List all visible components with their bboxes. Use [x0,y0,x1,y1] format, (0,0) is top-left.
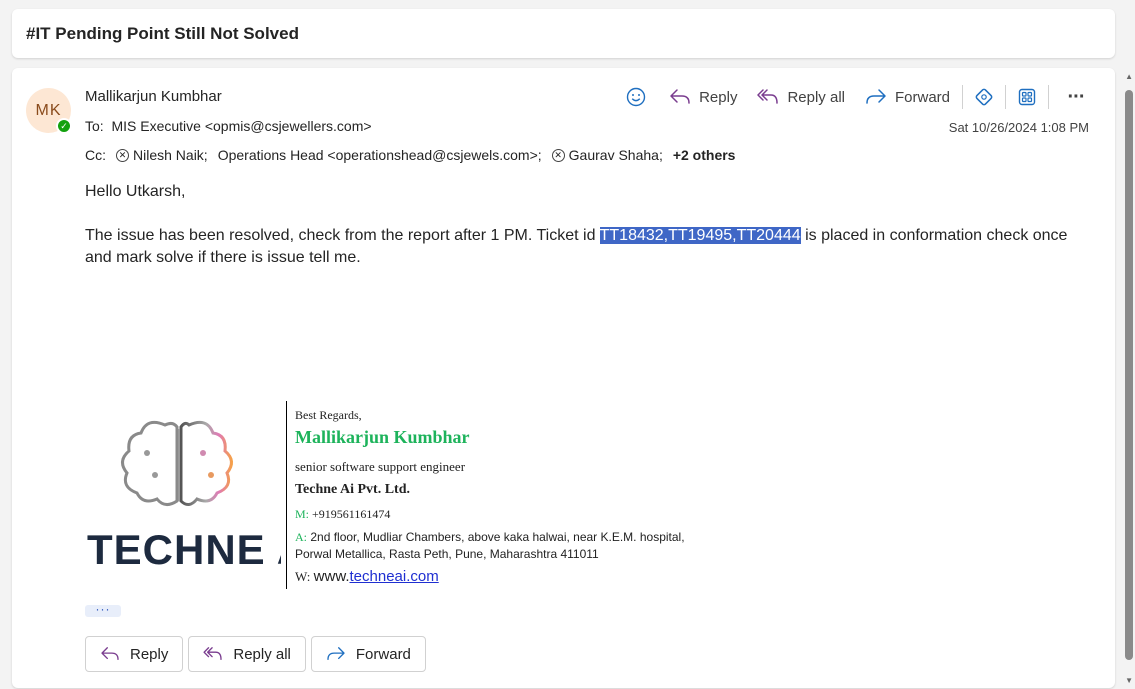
apps-button[interactable] [1014,84,1040,110]
sig-address: A: 2nd floor, Mudliar Chambers, above ka… [295,529,685,563]
vertical-scrollbar[interactable]: ▲ ▼ [1123,68,1135,689]
sig-company: Techne Ai Pvt. Ltd. [295,482,410,497]
apps-grid-icon [1018,88,1036,106]
cc-recipient[interactable]: Gaurav Shaha; [569,147,663,163]
reply-all-icon [757,89,779,104]
reply-label: Reply [699,88,738,106]
logo-wordmark: TECHNE AI [87,526,281,573]
body-paragraph: The issue has been resolved, check from … [85,225,1075,269]
bottom-actions: Reply Reply all Forward [85,636,431,672]
to-label: To: [85,118,104,134]
forward-label: Forward [355,645,411,663]
reply-icon [101,647,119,660]
reply-all-label: Reply all [233,645,291,663]
forward-label: Forward [894,88,950,106]
sender-name[interactable]: Mallikarjun Kumbhar [85,88,222,105]
reply-all-label: Reply all [787,88,845,106]
sig-address-line2: Porwal Metallica, Rasta Peth, Pune, Maha… [295,547,599,561]
sig-role: senior software support engineer [295,459,466,474]
cc-recipient[interactable]: Nilesh Naik; [133,147,208,163]
forward-icon [866,89,886,104]
emoji-reaction-button[interactable] [623,84,649,110]
toolbar-divider [1005,85,1006,109]
show-more-content-button[interactable]: ··· [85,603,121,617]
remove-recipient-icon[interactable]: ✕ [551,148,565,162]
sig-website-link[interactable]: techneai.com [350,568,439,585]
more-icon: ··· [1067,85,1086,108]
avatar-initials: MK [35,101,62,119]
sig-name: Mallikarjun Kumbhar [295,427,470,447]
copilot-diamond-icon [975,88,993,106]
cc-line: Cc: ✕ Nilesh Naik; Operations Head <oper… [85,147,735,163]
cc-recipient[interactable]: Operations Head <operationshead@csjewels… [218,147,542,163]
remove-recipient-icon[interactable]: ✕ [116,148,129,162]
copilot-button[interactable] [971,84,997,110]
bottom-reply-button[interactable]: Reply [85,636,184,672]
reply-button[interactable]: Reply [669,88,737,106]
reply-icon [670,89,690,104]
web-prefix: www. [313,568,350,585]
web-label: W: [295,569,311,584]
emoji-icon [626,87,646,107]
more-actions-button[interactable]: ··· [1063,84,1089,110]
bottom-reply-all-button[interactable]: Reply all [188,636,306,672]
address-label: A: [295,530,307,544]
sig-address-line1: 2nd floor, Mudliar Chambers, above kaka … [310,530,685,544]
toolbar-divider [962,85,963,109]
sig-web-line: W: www.techneai.com [295,568,439,585]
reply-all-button[interactable]: Reply all [757,88,845,106]
forward-icon [327,647,345,660]
to-recipient[interactable]: MIS Executive <opmis@csjewellers.com> [111,118,371,134]
forward-button[interactable]: Forward [865,88,950,106]
cc-others-link[interactable]: +2 others [673,147,736,163]
sig-mobile: +919561161474 [312,507,391,521]
mobile-label: M: [295,507,310,521]
selected-ticket-ids[interactable]: TT18432,TT19495,TT20444 [599,227,801,244]
scroll-down-arrow-icon[interactable]: ▼ [1125,676,1133,685]
toolbar-divider [1048,85,1049,109]
message-toolbar: Reply Reply all Forward ··· [623,84,1089,110]
sig-mobile-line: M: +919561161474 [295,507,390,522]
message-card: MK ✓ Mallikarjun Kumbhar To: MIS Executi… [12,68,1115,688]
body-text-before: The issue has been resolved, check from … [85,227,600,244]
sent-timestamp: Sat 10/26/2024 1:08 PM [948,120,1089,135]
brain-logo-icon: TECHNE AI [87,420,320,573]
sig-regards: Best Regards, [295,408,362,422]
scrollbar-thumb[interactable] [1125,90,1133,660]
reply-all-icon [203,647,223,660]
body-greeting: Hello Utkarsh, [85,183,186,200]
bottom-forward-button[interactable]: Forward [310,636,426,672]
subject-header: #IT Pending Point Still Not Solved [12,9,1115,58]
email-subject: #IT Pending Point Still Not Solved [26,24,299,43]
company-logo: TECHNE AI [85,413,320,573]
cc-label: Cc: [85,147,106,163]
signature-divider [286,401,287,589]
presence-available-icon: ✓ [56,118,72,134]
reply-label: Reply [130,645,169,663]
scroll-up-arrow-icon[interactable]: ▲ [1125,72,1133,81]
to-line: To: MIS Executive <opmis@csjewellers.com… [85,118,372,134]
